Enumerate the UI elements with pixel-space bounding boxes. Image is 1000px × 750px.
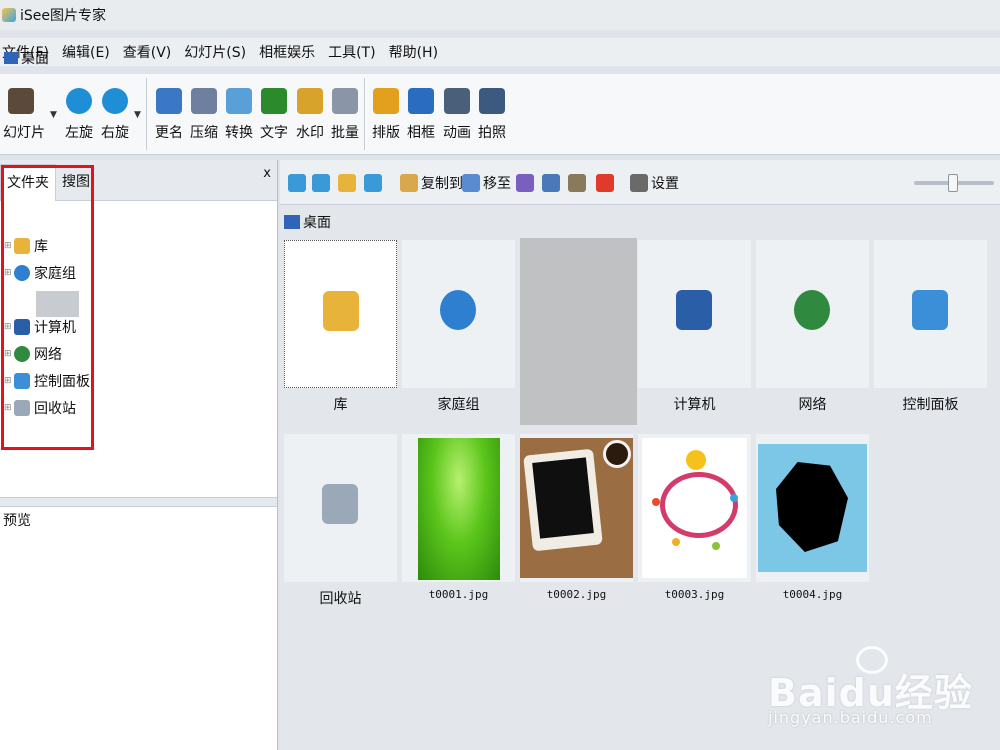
- rotate-left-icon: [66, 88, 92, 114]
- app-title: iSee图片专家: [20, 8, 107, 24]
- compress-button[interactable]: 压缩: [186, 84, 222, 146]
- camera-button[interactable]: 拍照: [474, 84, 510, 146]
- cut-button[interactable]: [516, 172, 537, 194]
- thumb-t0002[interactable]: t0002.jpg: [520, 434, 633, 601]
- panel-splitter[interactable]: [0, 497, 277, 507]
- library-icon: [323, 291, 359, 331]
- camera-icon: [479, 88, 505, 114]
- thumb-t0001[interactable]: t0001.jpg: [402, 434, 515, 601]
- scissors-icon: [516, 174, 534, 192]
- close-icon[interactable]: x: [263, 166, 271, 181]
- thumb-library[interactable]: 库: [284, 240, 397, 414]
- copy-icon: [542, 174, 560, 192]
- move-to-icon: [462, 174, 480, 192]
- paste-icon: [568, 174, 586, 192]
- thumb-recycle-bin[interactable]: 回收站: [284, 434, 397, 608]
- app-icon: [2, 8, 16, 22]
- copy-to-icon: [400, 174, 418, 192]
- up-folder-icon: [338, 174, 356, 192]
- rotate-left-button[interactable]: 左旋: [61, 84, 97, 146]
- thumb-network[interactable]: 网络: [756, 240, 869, 414]
- tree-root-desktop[interactable]: 桌面: [4, 48, 49, 68]
- convert-button[interactable]: 转换: [221, 84, 257, 146]
- frame-image: [642, 438, 747, 578]
- tools-icon: [630, 174, 648, 192]
- highlight-box: [1, 165, 94, 450]
- preview-label: 预览: [3, 513, 31, 529]
- refresh-icon: [364, 174, 382, 192]
- rotate-right-button[interactable]: 右旋: [97, 84, 133, 146]
- animation-icon: [444, 88, 470, 114]
- batch-icon: [332, 88, 358, 114]
- toolbar-separator: [364, 78, 365, 150]
- compress-icon: [191, 88, 217, 114]
- settings-button[interactable]: 设置: [630, 172, 679, 194]
- network-icon: [794, 290, 830, 330]
- recycle-bin-icon: [322, 484, 358, 524]
- menu-frame-fun[interactable]: 相框娱乐: [259, 42, 315, 62]
- text-button[interactable]: 文字: [256, 84, 292, 146]
- slideshow-dropdown-icon[interactable]: ▼: [50, 110, 57, 120]
- slideshow-icon: [8, 88, 34, 114]
- copy-to-button[interactable]: 复制到: [400, 172, 463, 194]
- batch-button[interactable]: 批量: [327, 84, 363, 146]
- menu-slideshow[interactable]: 幻灯片(S): [184, 42, 246, 62]
- toolbar-separator: [146, 78, 147, 150]
- menu-help[interactable]: 帮助(H): [389, 42, 438, 62]
- animation-button[interactable]: 动画: [439, 84, 475, 146]
- copy-button[interactable]: [542, 172, 563, 194]
- thumb-t0004[interactable]: t0004.jpg: [756, 434, 869, 601]
- paste-button[interactable]: [568, 172, 589, 194]
- computer-icon: [676, 290, 712, 330]
- watermark-button[interactable]: 水印: [292, 84, 328, 146]
- move-to-button[interactable]: 移至: [462, 172, 511, 194]
- rename-icon: [156, 88, 182, 114]
- layout-icon: [373, 88, 399, 114]
- back-arrow-icon: [288, 174, 306, 192]
- menu-bar: 文件(F) 编辑(E) 查看(V) 幻灯片(S) 相框娱乐 工具(T) 帮助(H…: [0, 38, 1000, 66]
- thumb-homegroup[interactable]: 家庭组: [402, 240, 515, 414]
- tablet-image: [520, 438, 633, 578]
- blue-frame-image: [758, 444, 867, 572]
- layout-button[interactable]: 排版: [368, 84, 404, 146]
- title-bar: iSee图片专家: [0, 0, 1000, 30]
- slideshow-button[interactable]: 幻灯片: [3, 84, 45, 146]
- frame-button[interactable]: 相框: [403, 84, 439, 146]
- thumb-computer[interactable]: 计算机: [638, 240, 751, 414]
- desktop-icon: [4, 52, 18, 64]
- menu-tools[interactable]: 工具(T): [328, 42, 375, 62]
- up-folder-button[interactable]: [338, 172, 359, 194]
- forward-button[interactable]: [312, 172, 333, 194]
- breadcrumb: 桌面: [284, 212, 331, 232]
- desktop-icon: [284, 215, 300, 229]
- thumb-t0003[interactable]: t0003.jpg: [638, 434, 751, 601]
- forward-arrow-icon: [312, 174, 330, 192]
- back-button[interactable]: [288, 172, 309, 194]
- delete-icon: [596, 174, 614, 192]
- baidu-watermark: Baidu经验 jingyan.baidu.com: [768, 642, 1000, 732]
- green-image: [418, 438, 500, 580]
- rename-button[interactable]: 更名: [151, 84, 187, 146]
- control-panel-icon: [912, 290, 948, 330]
- zoom-slider-thumb[interactable]: [948, 174, 958, 192]
- convert-icon: [226, 88, 252, 114]
- menu-view[interactable]: 查看(V): [123, 42, 172, 62]
- frame-icon: [408, 88, 434, 114]
- watermark-icon: [297, 88, 323, 114]
- refresh-button[interactable]: [364, 172, 385, 194]
- menu-edit[interactable]: 编辑(E): [62, 42, 110, 62]
- text-icon: [261, 88, 287, 114]
- main-toolbar: 幻灯片 ▼ 左旋 右旋 ▼ 更名 压缩 转换 文字 水印 批量 排版 相框 动画…: [0, 74, 1000, 155]
- rotate-right-icon: [102, 88, 128, 114]
- homegroup-icon: [440, 290, 476, 330]
- browser-toolbar: 复制到 移至 设置: [280, 160, 1000, 205]
- rotate-dropdown-icon[interactable]: ▼: [134, 110, 141, 120]
- redacted-thumb: [520, 238, 637, 425]
- thumb-control-panel[interactable]: 控制面板: [874, 240, 987, 414]
- delete-button[interactable]: [596, 172, 617, 194]
